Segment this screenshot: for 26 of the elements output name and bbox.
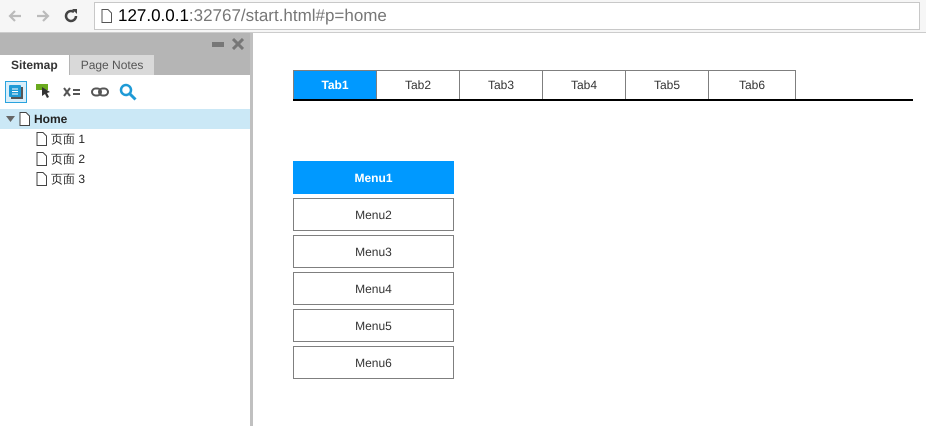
tree-item[interactable]: 页面 1	[0, 129, 250, 149]
reload-icon[interactable]	[62, 7, 80, 25]
menu-item[interactable]: Menu5	[293, 309, 454, 342]
address-field[interactable]: 127.0.0.1:32767/start.html#p=home	[94, 2, 920, 30]
page-icon	[36, 132, 47, 146]
page-icon	[36, 172, 47, 186]
page-icon	[19, 112, 30, 126]
menu-item[interactable]: Menu4	[293, 272, 454, 305]
sitemap-icon[interactable]	[5, 81, 27, 103]
sidebar-tab[interactable]: Sitemap	[0, 55, 69, 75]
menu-item[interactable]: Menu6	[293, 346, 454, 379]
tab[interactable]: Tab5	[626, 70, 709, 99]
sidebar-tab[interactable]: Page Notes	[70, 55, 154, 75]
tab[interactable]: Tab3	[460, 70, 543, 99]
tree-item[interactable]: 页面 2	[0, 149, 250, 169]
tab[interactable]: Tab4	[543, 70, 626, 99]
tree-item[interactable]: 页面 3	[0, 169, 250, 189]
caret-icon[interactable]	[6, 116, 15, 122]
menu-item[interactable]: Menu2	[293, 198, 454, 231]
menu-item[interactable]: Menu3	[293, 235, 454, 268]
search-icon[interactable]	[117, 81, 139, 103]
tab[interactable]: Tab2	[377, 70, 460, 99]
tree-item[interactable]: Home	[0, 109, 250, 129]
tab[interactable]: Tab6	[709, 70, 796, 99]
page-icon	[36, 152, 47, 166]
page-icon	[101, 9, 112, 23]
